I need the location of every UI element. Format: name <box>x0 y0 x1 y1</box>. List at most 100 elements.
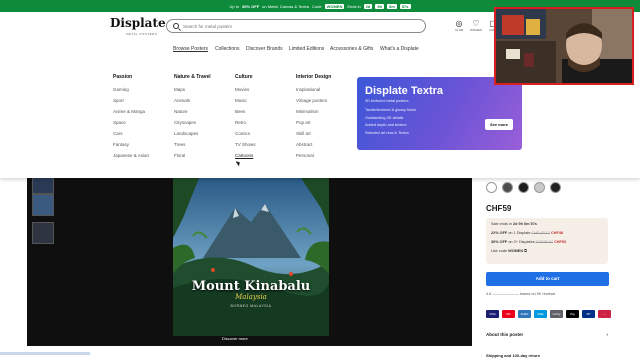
code-value[interactable]: WOMEN <box>508 249 523 253</box>
menu-link[interactable]: Movies <box>235 87 295 98</box>
menu-column-interior-design: Interior Design Inspirational Vintage po… <box>296 74 356 164</box>
menu-link[interactable]: Personal <box>296 153 356 164</box>
offer1-new-price: CHF48 <box>550 231 564 235</box>
poster-artwork <box>173 178 329 336</box>
reviews-summary[interactable]: 4.6 ——————— based on 5K reviews <box>486 292 555 296</box>
club-button[interactable]: ◎ CLUB <box>452 20 466 33</box>
menu-column-passion: Passion Gaming Sport Anime & Manga Space… <box>113 74 173 164</box>
menu-link[interactable]: Space <box>113 120 173 131</box>
menu-link[interactable]: Trees <box>174 142 234 153</box>
menu-link[interactable]: Cityscapes <box>174 120 234 131</box>
sale-days: 2d <box>512 222 518 226</box>
logo-subtitle: METAL POSTERS <box>126 32 158 36</box>
menu-link[interactable]: Maps <box>174 87 234 98</box>
payment-paypal-icon: PP <box>582 310 595 318</box>
payment-more-icon: › <box>598 310 611 318</box>
timer-days: 2d <box>363 3 373 9</box>
payment-amex-icon: AMEX <box>518 310 531 318</box>
menu-link[interactable]: Gaming <box>113 87 173 98</box>
swatch-white[interactable] <box>486 182 497 193</box>
search-input[interactable] <box>183 23 403 29</box>
menu-link[interactable]: Pop art <box>296 120 356 131</box>
promo-code: WOMEN <box>324 3 345 9</box>
timer-hours: 9h <box>375 3 385 9</box>
textra-bullet: Tactile/textured & glossy finish <box>365 108 416 112</box>
nav-limited-editions[interactable]: Limited Editions <box>289 46 324 52</box>
thumbnail-2[interactable] <box>32 194 54 216</box>
menu-link[interactable]: Bees <box>235 109 295 120</box>
offer1-old-price: CHF 45.12 <box>531 231 550 235</box>
horizontal-scrollbar[interactable] <box>0 352 90 355</box>
textra-title: Displate Textra <box>365 85 444 97</box>
menu-link[interactable]: Vintage posters <box>296 98 356 109</box>
menu-link[interactable]: TV Shows <box>235 142 295 153</box>
column-title: Nature & Travel <box>174 74 211 80</box>
menu-link[interactable]: Music <box>235 98 295 109</box>
textra-bullet: Selected art now in Textra <box>365 130 409 135</box>
club-label: CLUB <box>454 28 463 32</box>
about-poster-accordion[interactable]: About this poster › <box>486 332 608 337</box>
sale-info-box: Sale ends in 2d 9h 0m 57s 22% OFF on 1 D… <box>486 218 608 264</box>
site-logo[interactable]: Displate <box>110 16 166 30</box>
swatch-graphite[interactable] <box>502 182 513 193</box>
swatch-black[interactable] <box>518 182 529 193</box>
swatch-silver[interactable] <box>534 182 545 193</box>
see-more-button[interactable]: See more <box>484 119 513 130</box>
copy-icon[interactable]: ⧉ <box>524 249 527 253</box>
menu-link[interactable]: Retro <box>235 120 295 131</box>
menu-link[interactable]: Minimalism <box>296 109 356 120</box>
menu-link[interactable]: Fantasy <box>113 142 173 153</box>
payment-applepay-icon: Pay <box>566 310 579 318</box>
menu-link[interactable]: Inspirational <box>296 87 356 98</box>
menu-link[interactable]: Sport <box>113 98 173 109</box>
code-label: Use code <box>491 249 508 253</box>
textra-subtitle: 3D textured metal posters <box>365 99 409 103</box>
swatch-dark[interactable] <box>550 182 561 193</box>
nav-whats-a-displate[interactable]: What's a Displate <box>380 46 419 52</box>
menu-link[interactable]: Abstract <box>296 142 356 153</box>
sale-minutes: 0m <box>523 222 530 226</box>
menu-link[interactable]: Floral <box>174 153 234 164</box>
code-line: Use code WOMEN ⧉ <box>491 249 603 258</box>
column-title: Interior Design <box>296 74 332 80</box>
column-title: Passion <box>113 74 133 80</box>
payment-mastercard-icon: MC <box>502 310 515 318</box>
nav-discover-brands[interactable]: Discover Brands <box>246 46 283 52</box>
nav-accessories-gifts[interactable]: Accessories & Gifts <box>330 46 373 52</box>
shipping-accordion[interactable]: Shipping and 100-day return <box>486 353 540 358</box>
menu-link[interactable]: Nature <box>174 109 234 120</box>
poster-title: Mount Kinabalu <box>191 279 311 294</box>
menu-link[interactable]: Skill art <box>296 131 356 142</box>
product-price: CHF59 <box>486 204 512 213</box>
menu-link[interactable]: Landscapes <box>174 131 234 142</box>
menu-link[interactable]: Cars <box>113 131 173 142</box>
offer2-new-price: CHF53 <box>554 240 567 244</box>
nav-collections[interactable]: Collections <box>215 46 239 52</box>
menu-link[interactable]: Animals <box>174 98 234 109</box>
chevron-right-icon: › <box>606 332 609 337</box>
nav-browse-posters[interactable]: Browse Posters <box>173 46 208 52</box>
timer-minutes: 0m <box>387 3 397 9</box>
search-bar[interactable] <box>166 19 426 33</box>
add-to-cart-button[interactable]: Add to cart <box>486 272 609 286</box>
menu-link-hovered[interactable]: Cartoons <box>235 153 295 164</box>
wishlist-label: WISHES <box>470 28 482 32</box>
menu-link[interactable]: Japanese & Asian <box>113 153 173 164</box>
menu-link[interactable]: Anime & Manga <box>113 109 173 120</box>
sale-hours: 9h <box>518 222 523 226</box>
discover-more-link[interactable]: Discover more <box>222 336 248 341</box>
poster-image[interactable]: Mount Kinabalu Malaysia BORNEO MALAYSIA <box>173 178 329 336</box>
menu-column-culture: Culture Movies Music Bees Retro Comics T… <box>235 74 295 164</box>
textra-promo-card[interactable]: Displate Textra 3D textured metal poster… <box>357 77 522 150</box>
heart-icon: ♡ <box>472 19 480 28</box>
payment-gpay-icon: G Pay <box>550 310 563 318</box>
promo-discount: 30% OFF <box>242 3 260 9</box>
menu-link[interactable]: Comics <box>235 131 295 142</box>
thumbnail-3[interactable] <box>32 222 54 244</box>
sale-timer-line: Sale ends in 2d 9h 0m 57s <box>491 222 603 231</box>
frame-color-swatches <box>486 182 561 193</box>
promo-ends-label: Ends in <box>347 3 361 9</box>
poster-subtitle: Malaysia <box>235 293 267 301</box>
payment-visa-icon: VISA <box>486 310 499 318</box>
wishlist-button[interactable]: ♡ WISHES <box>469 19 483 33</box>
